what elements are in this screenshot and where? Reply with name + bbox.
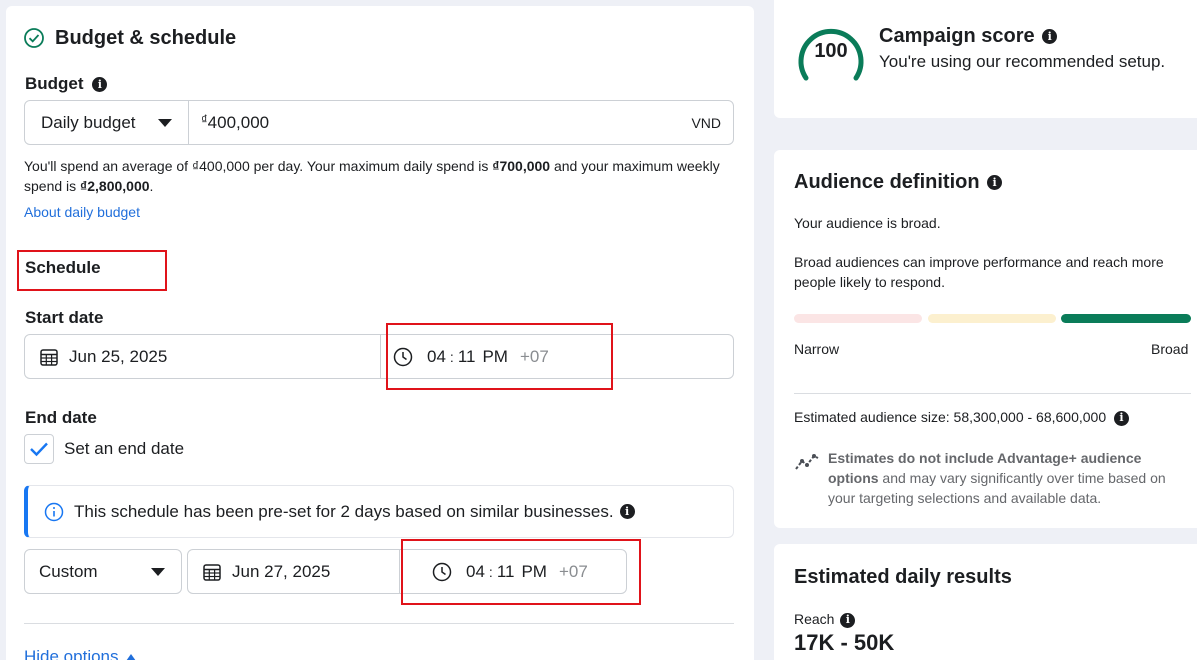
campaign-score-card: 100 Campaign score i You're using our re… bbox=[774, 0, 1197, 118]
start-date-label: Start date bbox=[25, 308, 104, 327]
checkmark-icon bbox=[30, 442, 48, 457]
end-date-value: Jun 27, 2025 bbox=[232, 561, 331, 581]
audience-broad-desc: Broad audiences can improve performance … bbox=[794, 254, 1164, 290]
budget-type-dropdown[interactable]: Daily budget bbox=[25, 101, 189, 144]
results-title: Estimated daily results bbox=[794, 566, 1012, 588]
budget-description: You'll spend an average of ₫400,000 per … bbox=[24, 156, 734, 196]
estimate-note: Estimates do not include Advantage+ audi… bbox=[828, 448, 1193, 508]
end-date-input[interactable]: Jun 27, 2025 bbox=[188, 550, 400, 593]
info-icon[interactable]: i bbox=[92, 77, 108, 93]
audience-broad-text: Your audience is broad. bbox=[794, 215, 941, 231]
end-date-checkbox[interactable] bbox=[24, 434, 54, 464]
divider bbox=[24, 623, 734, 624]
hide-options-link[interactable]: Hide options bbox=[24, 647, 137, 660]
calendar-icon bbox=[203, 563, 221, 581]
max-weekly-spend: ₫2,800,000 bbox=[80, 178, 150, 194]
check-circle-icon bbox=[24, 28, 44, 48]
budget-label: Budget i bbox=[25, 74, 108, 94]
info-icon[interactable]: i bbox=[619, 504, 635, 519]
about-daily-budget-link[interactable]: About daily budget bbox=[24, 204, 140, 220]
info-icon[interactable]: i bbox=[840, 612, 856, 628]
meter-mid-segment bbox=[928, 314, 1056, 323]
broad-label: Broad bbox=[1151, 341, 1189, 357]
score-value: 100 bbox=[814, 40, 848, 62]
campaign-score-subtitle: You're using our recommended setup. bbox=[879, 52, 1166, 71]
currency-symbol: ₫ bbox=[201, 112, 208, 127]
desc-part1: You'll spend an average of ₫400,000 per … bbox=[24, 158, 493, 174]
narrow-label: Narrow bbox=[794, 341, 840, 357]
audience-definition-card: Audience definition i Your audience is b… bbox=[774, 150, 1197, 528]
budget-schedule-card: Budget & schedule Budget i Daily budget … bbox=[6, 6, 754, 660]
estimated-size-label: Estimated audience size: bbox=[794, 409, 950, 425]
campaign-score-title-text: Campaign score bbox=[879, 25, 1035, 47]
start-date-group: Jun 25, 2025 04 : 11 PM +07 bbox=[24, 334, 734, 379]
max-daily-spend: ₫700,000 bbox=[492, 158, 551, 174]
desc-part3: . bbox=[149, 178, 154, 194]
notice-text: This schedule has been pre-set for 2 day… bbox=[74, 501, 614, 521]
meter-broad-segment bbox=[1061, 314, 1191, 323]
set-end-date-row: Set an end date bbox=[24, 434, 184, 464]
currency-code: VND bbox=[691, 114, 721, 131]
meter-narrow-segment bbox=[794, 314, 922, 323]
hide-options-text: Hide options bbox=[24, 647, 119, 660]
audience-title: Audience definition i bbox=[794, 171, 1003, 194]
audience-title-text: Audience definition bbox=[794, 171, 980, 193]
divider bbox=[794, 393, 1191, 394]
campaign-score-title: Campaign score i bbox=[879, 25, 1058, 48]
reach-value: 17K - 50K bbox=[794, 630, 895, 655]
estimate-note-rest: and may vary significantly over time bas… bbox=[828, 470, 1166, 506]
reach-label: Reach i bbox=[794, 609, 856, 629]
end-date-label: End date bbox=[25, 408, 97, 427]
trend-chart-icon bbox=[795, 454, 819, 470]
estimated-size-value: 58,300,000 - 68,600,000 bbox=[953, 409, 1107, 425]
highlight-box bbox=[401, 539, 641, 605]
schedule-notice: This schedule has been pre-set for 2 day… bbox=[24, 485, 734, 538]
highlight-box bbox=[17, 250, 167, 291]
budget-type-value: Daily budget bbox=[41, 112, 136, 132]
end-mode-value: Custom bbox=[39, 561, 98, 581]
budget-label-text: Budget bbox=[25, 74, 84, 93]
reach-label-text: Reach bbox=[794, 611, 835, 627]
info-icon[interactable]: i bbox=[987, 175, 1003, 191]
budget-amount-value: 400,000 bbox=[207, 112, 270, 132]
info-circle-icon bbox=[44, 502, 64, 521]
highlight-box bbox=[386, 323, 613, 390]
chevron-down-icon bbox=[158, 118, 172, 127]
budget-input-group: Daily budget ₫ 400,000 VND bbox=[24, 100, 734, 145]
set-end-date-label: Set an end date bbox=[64, 439, 185, 458]
estimated-results-card: Estimated daily results Reach i 17K - 50… bbox=[774, 544, 1197, 660]
estimated-size: Estimated audience size: 58,300,000 - 68… bbox=[794, 407, 1129, 427]
end-mode-dropdown[interactable]: Custom bbox=[24, 549, 182, 594]
chevron-up-icon bbox=[126, 654, 137, 660]
info-icon[interactable]: i bbox=[1114, 410, 1129, 426]
chevron-down-icon bbox=[151, 567, 165, 576]
calendar-icon bbox=[40, 348, 58, 366]
info-icon[interactable]: i bbox=[1042, 29, 1058, 45]
section-title: Budget & schedule bbox=[55, 27, 237, 49]
budget-amount-input[interactable]: ₫ 400,000 bbox=[189, 101, 691, 144]
start-date-value: Jun 25, 2025 bbox=[69, 346, 168, 366]
start-date-input[interactable]: Jun 25, 2025 bbox=[25, 335, 381, 378]
